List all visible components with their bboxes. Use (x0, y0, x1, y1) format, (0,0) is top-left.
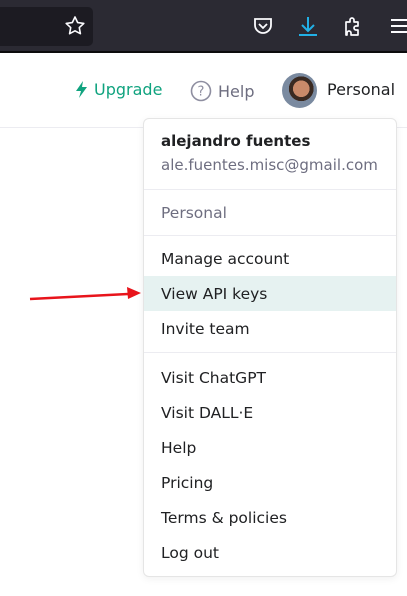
red-arrow-annotation (29, 287, 141, 301)
